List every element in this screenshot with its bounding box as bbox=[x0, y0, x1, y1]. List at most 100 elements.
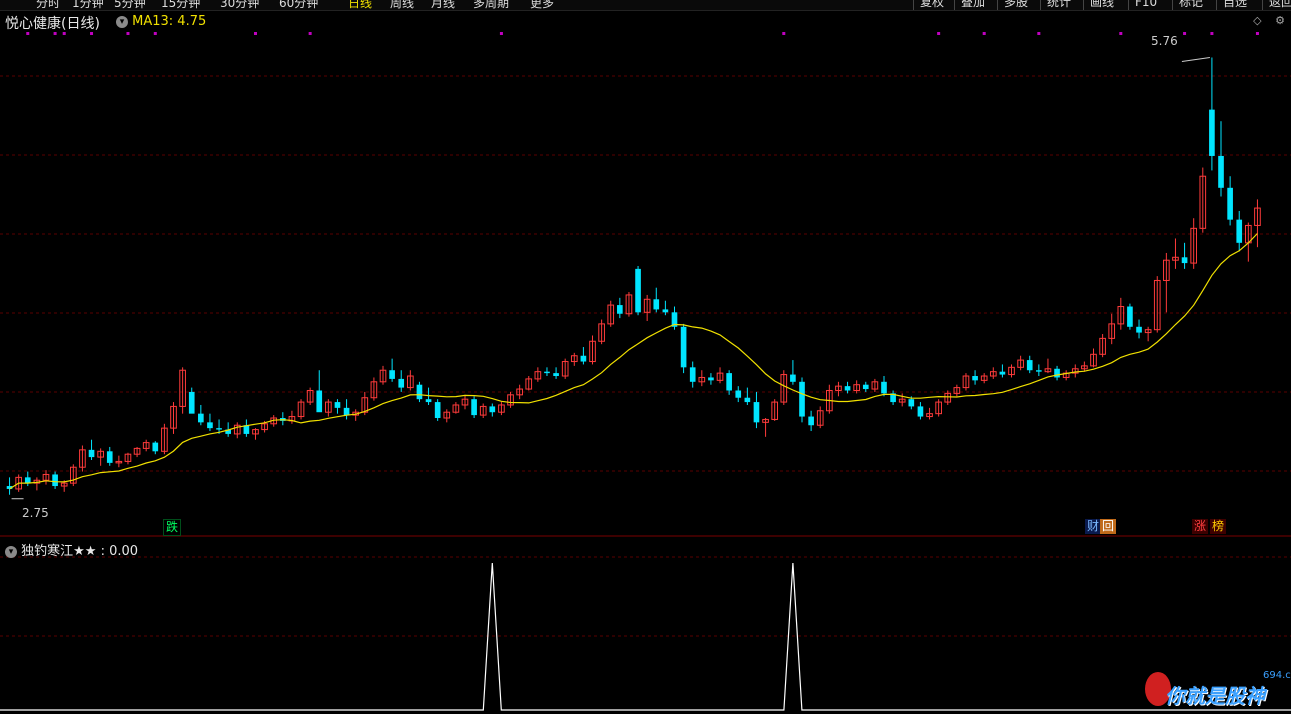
indicator-title[interactable]: ▾ 独钓寒江★★ : 0.00 bbox=[5, 540, 138, 559]
candle-body-down bbox=[207, 422, 213, 429]
candle-body-down bbox=[662, 309, 669, 313]
candle-body-down bbox=[88, 449, 95, 458]
candle-body-down bbox=[862, 384, 869, 390]
high-arrow bbox=[1181, 57, 1210, 63]
candle-body-down bbox=[389, 370, 395, 379]
back-button[interactable]: 返回 bbox=[1262, 0, 1291, 10]
indicator-settings-icon[interactable]: ▾ bbox=[5, 546, 17, 558]
candle-body-down bbox=[1036, 370, 1042, 372]
rise-tag[interactable]: 涨 bbox=[1192, 519, 1209, 534]
indicator-value: : 0.00 bbox=[100, 544, 139, 559]
signal-dot bbox=[253, 32, 257, 35]
diamond-icon[interactable]: ◇ bbox=[1253, 14, 1261, 27]
candle-body-down bbox=[1236, 219, 1243, 243]
candle-body-down bbox=[635, 268, 641, 313]
ma-indicator-label[interactable]: ▾ MA13: 4.75 bbox=[116, 14, 206, 29]
drop-tag[interactable]: 跌 bbox=[163, 519, 182, 536]
return-tag[interactable]: 回 bbox=[1100, 519, 1117, 534]
watermark-text: 你就是股神 bbox=[1165, 684, 1265, 708]
finance-tag[interactable]: 财 bbox=[1085, 519, 1102, 534]
signal-dot bbox=[499, 32, 503, 35]
mark-button[interactable]: 标记 bbox=[1172, 0, 1209, 10]
candle-body-down bbox=[1127, 306, 1133, 327]
candle-body-down bbox=[425, 399, 432, 403]
candle-body-down bbox=[972, 376, 978, 381]
watermark-site: 694.cn bbox=[1263, 670, 1291, 681]
candle-body-down bbox=[617, 305, 623, 314]
candle-body-down bbox=[908, 399, 915, 407]
candlestick-series bbox=[6, 57, 1261, 495]
stats-button[interactable]: 统计 bbox=[1040, 0, 1077, 10]
candle-body-down bbox=[106, 451, 113, 463]
rank-tag[interactable]: 榜 bbox=[1210, 519, 1227, 534]
candle-body-down bbox=[316, 390, 323, 413]
f10-button[interactable]: F10 bbox=[1128, 0, 1163, 10]
signal-dot bbox=[1037, 32, 1041, 35]
high-price-label: 5.76 bbox=[1151, 34, 1178, 48]
candle-body-down bbox=[1218, 155, 1224, 188]
candle-body-down bbox=[653, 299, 660, 310]
candle-body-down bbox=[1227, 187, 1233, 220]
signal-dot bbox=[782, 32, 786, 35]
stock-name: 悦心健康(日线) bbox=[5, 16, 100, 32]
candle-body-down bbox=[416, 384, 423, 400]
ma-value: MA13: 4.75 bbox=[132, 14, 207, 29]
candle-body-down bbox=[753, 402, 760, 423]
stock-title: 悦心健康(日线) bbox=[5, 13, 100, 33]
candle-body-down bbox=[152, 442, 159, 452]
candle-body-down bbox=[917, 406, 924, 417]
chart-corner-icons: ◇ ⚙ bbox=[1253, 14, 1285, 27]
signal-dot bbox=[982, 32, 986, 35]
signal-dot bbox=[153, 32, 157, 35]
candle-body-down bbox=[1026, 360, 1033, 371]
watchlist-button[interactable]: 自选 bbox=[1216, 0, 1253, 10]
candle-body-down bbox=[52, 474, 58, 487]
adjust-button[interactable]: 复权 bbox=[913, 0, 950, 10]
candle-body-down bbox=[544, 371, 550, 374]
signal-dot bbox=[1183, 32, 1187, 35]
candle-body-down bbox=[844, 386, 851, 391]
candle-body-down bbox=[216, 428, 222, 430]
ma-settings-icon[interactable]: ▾ bbox=[116, 16, 128, 28]
indicator-name: 独钓寒江★★ bbox=[21, 544, 97, 559]
ma13-line bbox=[9, 233, 1258, 490]
candle-body-down bbox=[580, 355, 587, 362]
signal-dot bbox=[1119, 32, 1123, 35]
candle-body-down bbox=[343, 407, 350, 416]
candle-body-down bbox=[398, 378, 405, 388]
signal-dot bbox=[937, 32, 941, 35]
candle-body-down bbox=[1209, 109, 1215, 156]
candle-body-down bbox=[471, 399, 477, 416]
signal-dot bbox=[1255, 32, 1259, 35]
candle-body-down bbox=[1054, 368, 1060, 378]
candle-body-down bbox=[434, 402, 441, 418]
candle-body-down bbox=[726, 373, 732, 391]
candle-body-down bbox=[744, 397, 751, 403]
candle-body-down bbox=[188, 391, 195, 414]
signal-dots bbox=[26, 32, 1259, 35]
candle-body-down bbox=[881, 381, 887, 394]
candle-body-down bbox=[808, 416, 814, 426]
candle-body-down bbox=[553, 373, 559, 377]
kline-chart[interactable] bbox=[0, 10, 1291, 714]
low-price-label: 2.75 bbox=[22, 506, 49, 520]
candle-body-down bbox=[1136, 326, 1142, 333]
candle-body-down bbox=[489, 406, 496, 413]
candle-body-down bbox=[790, 374, 796, 382]
candle-body-down bbox=[24, 477, 31, 484]
candle-body-down bbox=[198, 413, 204, 423]
multi-stock-button[interactable]: 多股 bbox=[997, 0, 1034, 10]
candle-body-down bbox=[680, 326, 687, 368]
overlay-button[interactable]: 叠加 bbox=[954, 0, 991, 10]
signal-dot bbox=[126, 32, 130, 35]
gear-icon[interactable]: ⚙ bbox=[1275, 14, 1285, 27]
indicator-grid bbox=[0, 556, 1291, 637]
candle-body-down bbox=[334, 402, 341, 408]
candle-body-down bbox=[799, 381, 805, 417]
price-extreme-arrows bbox=[11, 57, 1210, 500]
draw-line-button[interactable]: 画线 bbox=[1083, 0, 1120, 10]
candle-body-down bbox=[1181, 257, 1188, 264]
candle-body-down bbox=[708, 377, 714, 381]
watermark: 你就是股神 694.cn bbox=[1145, 670, 1291, 714]
candle-body-down bbox=[689, 367, 696, 382]
